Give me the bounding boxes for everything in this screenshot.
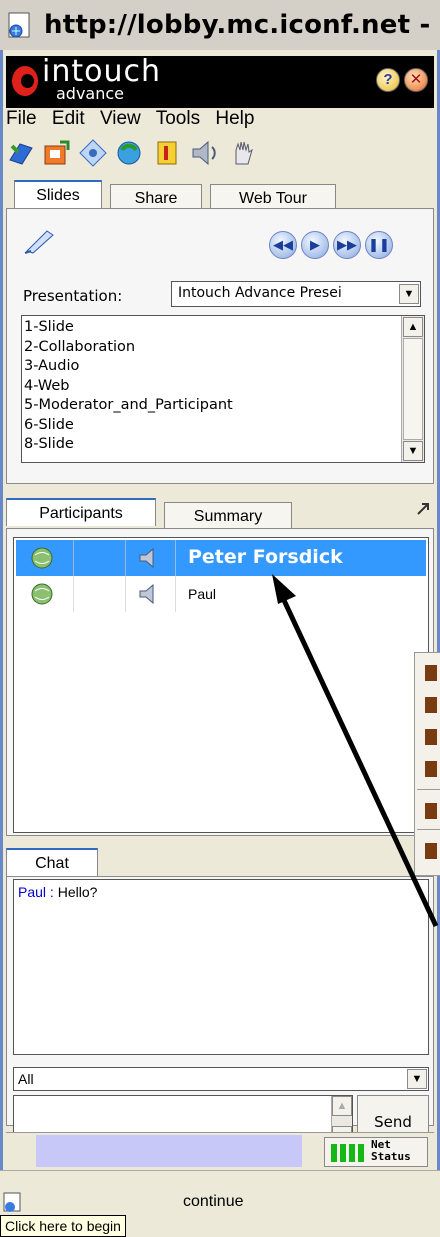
toolbar [6, 136, 434, 176]
speaker-icon[interactable] [190, 138, 220, 168]
url-text: http://lobby.mc.iconf.net - [44, 10, 431, 40]
context-menu-item[interactable] [425, 803, 437, 819]
menu-file[interactable]: File [6, 108, 37, 129]
slide-list-scrollbar[interactable]: ▲ ▼ [401, 316, 424, 462]
participant-blank-cell [74, 576, 126, 612]
slide-item[interactable]: 8-Slide [24, 435, 233, 455]
browser-status-bar: continue Click here to begin [0, 1170, 440, 1237]
slide-item[interactable]: 6-Slide [24, 416, 233, 436]
context-menu-item[interactable] [425, 665, 437, 681]
participant-list: Peter Forsdick Paul [13, 537, 429, 833]
presentation-selected: Intouch Advance Presei [178, 285, 342, 301]
refresh-icon[interactable] [114, 138, 144, 168]
scroll-up-icon[interactable]: ▲ [403, 317, 423, 337]
fast-forward-button[interactable]: ▶▶ [333, 231, 361, 259]
participant-status-cell [16, 540, 74, 576]
pause-button[interactable]: ❚❚ [365, 231, 393, 259]
globe-icon [31, 547, 53, 569]
chat-sender: Paul : [18, 884, 54, 900]
chat-transcript: Paul : Hello? [13, 879, 429, 1055]
status-bar: Net Status [6, 1132, 434, 1169]
participant-row-paul[interactable]: Paul [16, 576, 426, 612]
scroll-thumb[interactable] [403, 338, 423, 440]
menu-view[interactable]: View [100, 108, 141, 129]
signal-bars-icon [331, 1144, 367, 1162]
recipient-selected: All [18, 1071, 34, 1087]
detach-icon[interactable] [414, 500, 432, 518]
participant-name: Paul [188, 586, 217, 602]
media-controls: ◀◀ ▶ ▶▶ ❚❚ [269, 231, 429, 259]
presentation-select[interactable]: Intouch Advance Presei ▼ [171, 281, 421, 307]
status-text: continue [183, 1193, 244, 1210]
page-status-icon [3, 1192, 21, 1212]
chat-message: Paul : Hello? [18, 884, 97, 900]
globe-icon [31, 583, 53, 605]
speaker-icon [139, 583, 154, 605]
tab-participants[interactable]: Participants [6, 498, 156, 526]
scroll-down-icon[interactable]: ▼ [403, 441, 423, 461]
menu-tools[interactable]: Tools [156, 108, 200, 129]
brand-logo-icon [12, 66, 38, 96]
connect-icon[interactable] [6, 138, 36, 168]
tab-slides[interactable]: Slides [14, 180, 102, 208]
raise-hand-icon[interactable] [228, 138, 258, 168]
menu-divider [417, 829, 440, 830]
participant-row-peter[interactable]: Peter Forsdick [16, 540, 426, 576]
tooltip[interactable]: Click here to begin [0, 1215, 126, 1237]
presentation-label: Presentation: [23, 287, 123, 305]
close-icon[interactable]: ✕ [404, 68, 428, 92]
slide-item[interactable]: 3-Audio [24, 357, 233, 377]
tab-chat[interactable]: Chat [6, 848, 98, 876]
status-message-area [36, 1135, 302, 1167]
net-status-indicator: Net Status [324, 1137, 428, 1167]
menu-edit[interactable]: Edit [52, 108, 85, 129]
logo-bar: intouch advance ? ✕ [6, 54, 434, 108]
participant-audio-cell [126, 540, 176, 576]
menu-bar: File Edit View Tools Help [6, 108, 434, 134]
participant-status-cell [16, 576, 74, 612]
speaker-icon [139, 547, 154, 569]
slide-item[interactable]: 1-Slide [24, 318, 233, 338]
notes-icon[interactable] [152, 138, 182, 168]
help-icon[interactable]: ? [376, 68, 400, 92]
context-menu-item[interactable] [425, 843, 437, 859]
annotate-pen-icon[interactable] [23, 227, 57, 255]
slide-items: 1-Slide 2-Collaboration 3-Audio 4-Web 5-… [24, 318, 233, 455]
net-status-label: Net Status [371, 1139, 411, 1163]
menu-help[interactable]: Help [215, 108, 254, 129]
rewind-button[interactable]: ◀◀ [269, 231, 297, 259]
page-icon [8, 12, 30, 38]
recipient-select[interactable]: All ▼ [13, 1067, 429, 1091]
slide-list: 1-Slide 2-Collaboration 3-Audio 4-Web 5-… [21, 315, 425, 463]
participant-name: Peter Forsdick [188, 546, 343, 568]
participants-panel: Peter Forsdick Paul [6, 528, 434, 836]
tab-summary[interactable]: Summary [164, 502, 292, 530]
context-menu-item[interactable] [425, 697, 437, 713]
play-button[interactable]: ▶ [301, 231, 329, 259]
menu-divider [417, 789, 440, 790]
slide-item[interactable]: 4-Web [24, 377, 233, 397]
slide-item[interactable]: 5-Moderator_and_Participant [24, 396, 233, 416]
chat-text: Hello? [57, 884, 98, 900]
chevron-down-icon[interactable]: ▼ [407, 1069, 427, 1089]
context-menu [414, 652, 440, 876]
brand-subtitle: advance [56, 84, 125, 103]
context-menu-item[interactable] [425, 761, 437, 777]
invite-icon[interactable] [42, 138, 72, 168]
participant-blank-cell [74, 540, 126, 576]
address-bar: http://lobby.mc.iconf.net - [0, 0, 440, 51]
slides-panel: ◀◀ ▶ ▶▶ ❚❚ Presentation: Intouch Advance… [6, 208, 434, 484]
status-label: Status [371, 1150, 411, 1163]
slide-item[interactable]: 2-Collaboration [24, 338, 233, 358]
scroll-up-icon[interactable]: ▲ [332, 1096, 352, 1116]
chat-panel: Paul : Hello? All ▼ ▲ ▼ Send [6, 876, 434, 1147]
context-menu-item[interactable] [425, 729, 437, 745]
participant-audio-cell [126, 576, 176, 612]
navigate-icon[interactable] [78, 138, 108, 168]
chevron-down-icon[interactable]: ▼ [399, 284, 419, 304]
